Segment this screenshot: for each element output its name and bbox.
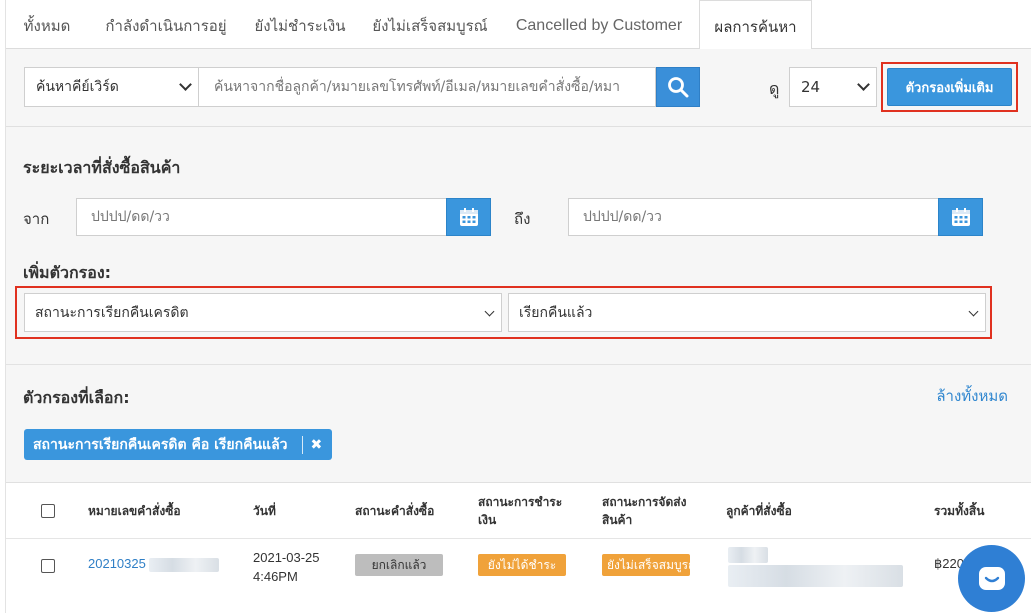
from-label: จาก [23, 210, 50, 228]
date-from-calendar-button[interactable] [446, 198, 491, 236]
filter-field-value: สถานะการเรียกคืนเครดิต [35, 304, 189, 321]
tab-all[interactable]: ทั้งหมด [22, 0, 72, 49]
header-total[interactable]: รวมทั้งสิ้น [934, 502, 984, 520]
search-input[interactable]: ค้นหาจากชื่อลูกค้า/หมายเลขโทรศัพท์/อีเมล… [199, 67, 656, 107]
redacted-customer-details [728, 565, 903, 587]
more-filters-highlight: ตัวกรองเพิ่มเติม [881, 62, 1018, 112]
header-divider [6, 538, 1031, 539]
row-checkbox[interactable] [41, 559, 55, 573]
tab-search-results[interactable]: ผลการค้นหา [699, 0, 812, 50]
shipping-status-badge: ยังไม่เสร็จสมบูรณ์ [602, 554, 690, 576]
header-order-status[interactable]: สถานะคำสั่งซื้อ [355, 502, 434, 520]
calendar-icon [459, 208, 478, 226]
redacted-order-suffix [149, 558, 219, 572]
date-to-calendar-button[interactable] [938, 198, 983, 236]
tab-cancelled-by-customer[interactable]: Cancelled by Customer [514, 0, 684, 49]
orders-table: หมายเลขคำสั่งซื้อ วันที่ สถานะคำสั่งซื้อ… [6, 483, 1031, 613]
order-status-badge: ยกเลิกแล้ว [355, 554, 443, 576]
selected-filters: ตัวกรองที่เลือก: ล้างทั้งหมด สถานะการเรี… [6, 365, 1031, 483]
payment-status-badge: ยังไม่ได้ชำระ [478, 554, 566, 576]
filter-chip: สถานะการเรียกคืนเครดิต คือ เรียกคืนแล้ว … [24, 429, 333, 460]
filter-chip-label: สถานะการเรียกคืนเครดิต คือ เรียกคืนแล้ว [33, 436, 288, 453]
to-label: ถึง [514, 210, 531, 228]
keyword-type-value: ค้นหาคีย์เวิร์ด [36, 79, 119, 95]
tab-incomplete[interactable]: ยังไม่เสร็จสมบูรณ์ [372, 0, 488, 49]
tab-in-progress[interactable]: กำลังดำเนินการอยู่ [102, 0, 230, 49]
order-tabs: ทั้งหมด กำลังดำเนินการอยู่ ยังไม่ชำระเงิ… [6, 0, 1031, 50]
page-size-select[interactable]: 24 [789, 67, 877, 107]
select-all-checkbox[interactable] [41, 504, 55, 518]
order-date-day: 2021-03-25 [253, 550, 320, 565]
page-size-label: ดู [769, 79, 780, 98]
filter-value-select[interactable]: เรียกคืนแล้ว [508, 293, 986, 332]
add-filter-title: เพิ่มตัวกรอง: [23, 263, 112, 282]
chevron-down-icon [179, 78, 192, 91]
filter-panel: ระยะเวลาที่สั่งซื้อสินค้า จาก ปปปป/ดด/วว… [6, 127, 1031, 365]
chat-icon [978, 566, 1005, 590]
order-number-link[interactable]: 20210325 [88, 556, 146, 571]
tab-unpaid[interactable]: ยังไม่ชำระเงิน [254, 0, 346, 49]
filter-field-select[interactable]: สถานะการเรียกคืนเครดิต [24, 293, 502, 332]
header-order-number[interactable]: หมายเลขคำสั่งซื้อ [88, 502, 181, 520]
chevron-down-icon [857, 78, 870, 91]
filter-value-value: เรียกคืนแล้ว [519, 304, 593, 321]
orders-panel: ทั้งหมด กำลังดำเนินการอยู่ ยังไม่ชำระเงิ… [5, 0, 1031, 613]
chevron-down-icon [484, 306, 495, 316]
search-bar: ค้นหาคีย์เวิร์ด ค้นหาจากชื่อลูกค้า/หมายเ… [6, 49, 1031, 127]
chat-button[interactable] [958, 545, 1025, 612]
page-size-value: 24 [801, 78, 821, 96]
calendar-icon [951, 208, 970, 226]
date-from-input[interactable]: ปปปป/ดด/วว [76, 198, 448, 236]
order-date-time: 4:46PM [253, 569, 298, 584]
close-icon[interactable]: ✖ [311, 437, 323, 453]
more-filters-button[interactable]: ตัวกรองเพิ่มเติม [887, 68, 1012, 106]
date-to-input[interactable]: ปปปป/ดด/วว [568, 198, 940, 236]
clear-all-link[interactable]: ล้างทั้งหมด [936, 384, 1008, 408]
header-date[interactable]: วันที่ [253, 502, 276, 520]
search-button[interactable] [656, 67, 700, 107]
order-period-title: ระยะเวลาที่สั่งซื้อสินค้า [23, 158, 181, 177]
chevron-down-icon [968, 306, 979, 316]
chip-divider [301, 435, 303, 454]
selected-filters-title: ตัวกรองที่เลือก: [23, 388, 130, 407]
header-shipping-status[interactable]: สถานะการจัดส่งสินค้า [602, 493, 697, 529]
order-date: 2021-03-25 4:46PM [253, 548, 320, 586]
redacted-customer-name [728, 547, 768, 563]
search-icon [668, 77, 689, 98]
keyword-type-select[interactable]: ค้นหาคีย์เวิร์ด [24, 67, 199, 107]
header-customer[interactable]: ลูกค้าที่สั่งซื้อ [726, 502, 792, 520]
header-payment-status[interactable]: สถานะการชำระเงิน [478, 493, 573, 529]
